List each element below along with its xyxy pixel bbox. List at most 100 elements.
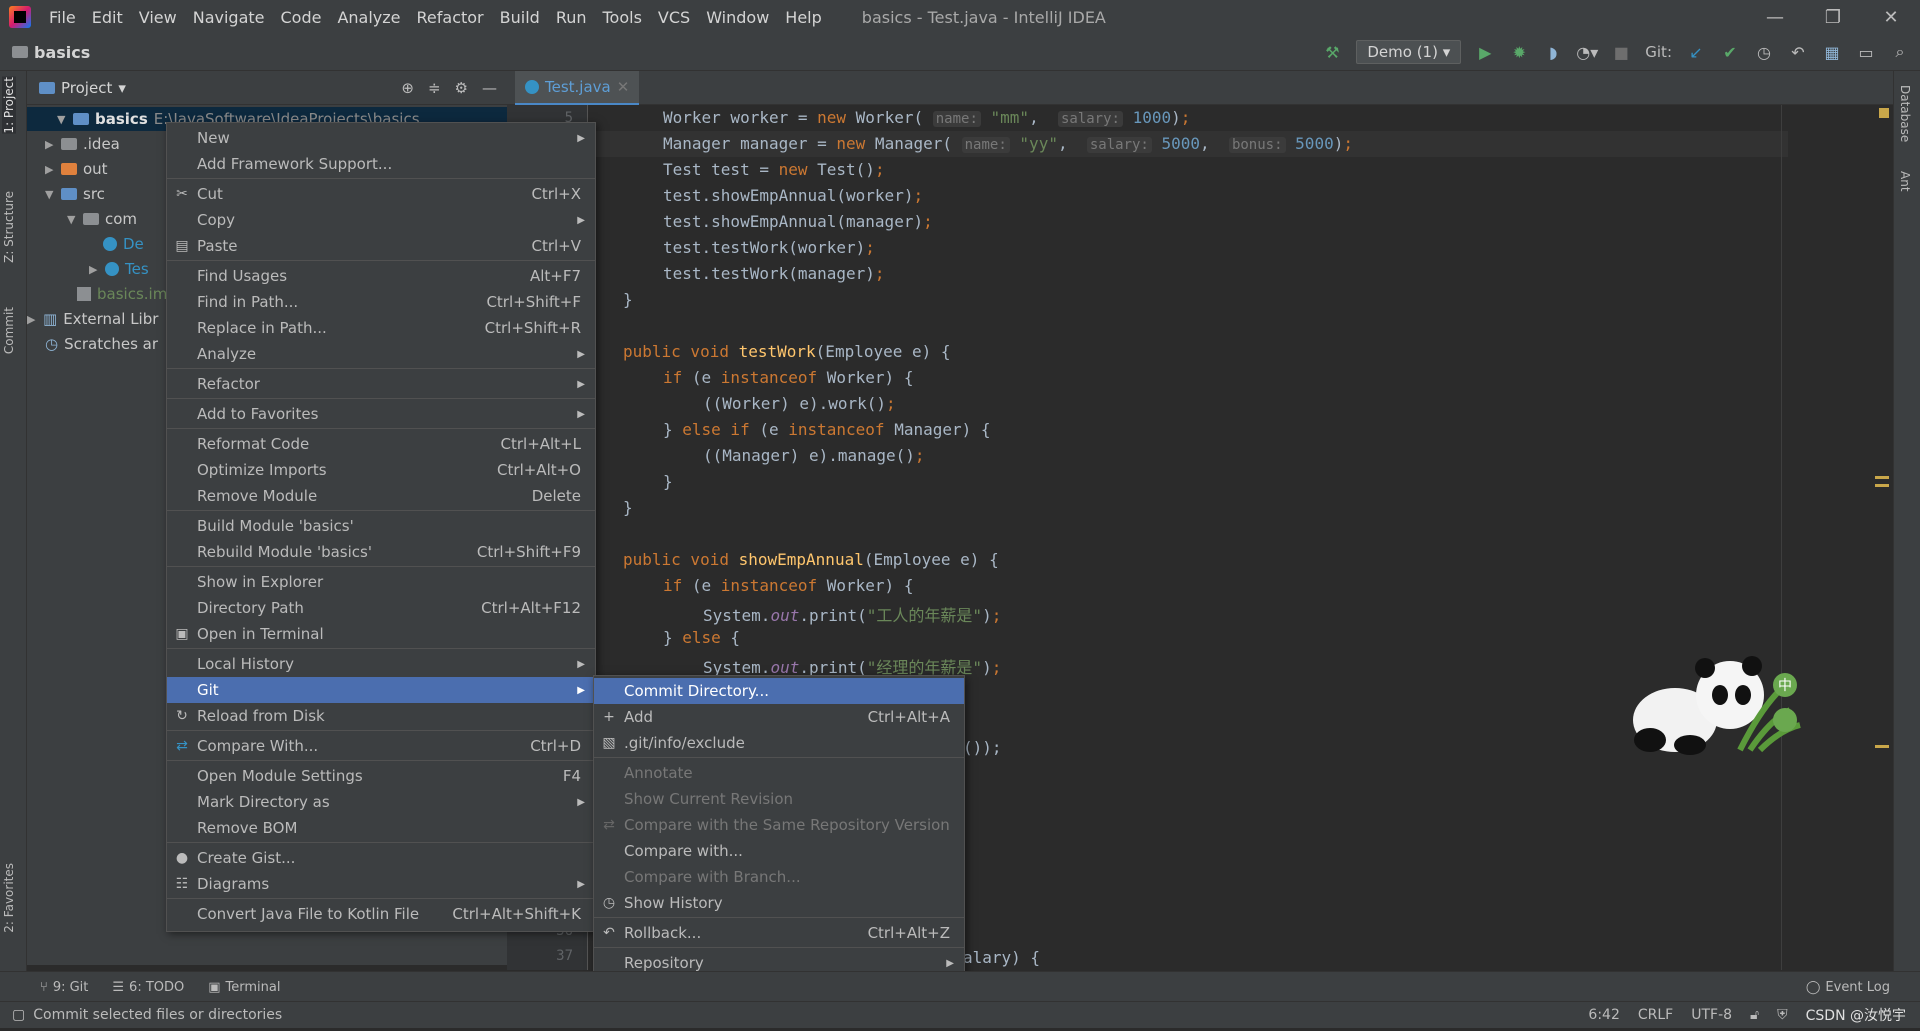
menu-item-rollback[interactable]: ↶ Rollback... Ctrl+Alt+Z <box>594 920 964 946</box>
status-window-icon[interactable]: ▢ <box>12 1007 25 1023</box>
menu-navigate[interactable]: Navigate <box>185 8 273 27</box>
menu-item-reload-from-disk[interactable]: ↻ Reload from Disk <box>167 703 595 729</box>
menu-item-compare-same-repo[interactable]: ⇄ Compare with the Same Repository Versio… <box>594 812 964 838</box>
menu-window[interactable]: Window <box>698 8 777 27</box>
tree-node-external-libraries[interactable]: ▶ ▥ External Libr <box>27 307 158 331</box>
menu-view[interactable]: View <box>131 8 185 27</box>
warning-marker[interactable] <box>1875 745 1889 748</box>
tool-button-event-log[interactable]: ◯ Event Log <box>1806 980 1890 995</box>
menu-item-commit-directory[interactable]: Commit Directory... <box>594 678 964 704</box>
caret-position[interactable]: 6:42 <box>1588 1007 1619 1023</box>
menu-item-directory-path[interactable]: Directory Path Ctrl+Alt+F12 <box>167 595 595 621</box>
warning-marker[interactable] <box>1875 484 1889 487</box>
menu-code[interactable]: Code <box>273 8 330 27</box>
menu-analyze[interactable]: Analyze <box>329 8 408 27</box>
tree-node-com[interactable]: ▼ com <box>67 207 137 231</box>
file-encoding[interactable]: UTF-8 <box>1691 1007 1732 1023</box>
locate-icon[interactable]: ⊕ <box>401 79 414 97</box>
menu-item-remove-module[interactable]: Remove Module Delete <box>167 483 595 509</box>
tab-test-java[interactable]: Test.java ✕ <box>515 71 640 106</box>
menu-tools[interactable]: Tools <box>595 8 650 27</box>
search-icon[interactable]: ⌕ <box>1890 42 1910 62</box>
git-rollback-icon[interactable]: ↶ <box>1788 42 1808 62</box>
menu-item-add-framework[interactable]: Add Framework Support... <box>167 151 595 177</box>
debug-icon[interactable]: ✹ <box>1509 42 1529 62</box>
menu-item-git-compare-with[interactable]: Compare with... <box>594 838 964 864</box>
menu-refactor[interactable]: Refactor <box>409 8 492 27</box>
menu-item-git[interactable]: Git ▶ <box>167 677 595 703</box>
collapsed-arrow-icon[interactable]: ▶ <box>45 163 55 176</box>
menu-item-show-current-revision[interactable]: Show Current Revision <box>594 786 964 812</box>
tree-node-src[interactable]: ▼ src <box>45 182 105 206</box>
menu-item-diagrams[interactable]: ☷ Diagrams ▶ <box>167 871 595 897</box>
tree-node-scratches[interactable]: ◷ Scratches ar <box>45 332 158 356</box>
menu-item-optimize-imports[interactable]: Optimize Imports Ctrl+Alt+O <box>167 457 595 483</box>
tool-tab-project[interactable]: 1: Project <box>2 77 16 134</box>
tool-tab-commit[interactable]: Commit <box>2 307 16 354</box>
breadcrumb[interactable]: basics <box>12 43 90 62</box>
tool-button-todo[interactable]: ☰ 6: TODO <box>112 980 184 995</box>
lock-icon[interactable]: 🔓︎ <box>1750 1007 1759 1023</box>
menu-item-cut[interactable]: ✂ Cut Ctrl+X <box>167 181 595 207</box>
collapse-all-icon[interactable]: ≑ <box>428 79 441 97</box>
tree-node-idea[interactable]: ▶ .idea <box>45 132 120 156</box>
git-history-icon[interactable]: ◷ <box>1754 42 1774 62</box>
tree-node-out[interactable]: ▶ out <box>45 157 108 181</box>
menu-item-new[interactable]: New ▶ <box>167 125 595 151</box>
menu-item-git-add[interactable]: + Add Ctrl+Alt+A <box>594 704 964 730</box>
hide-icon[interactable]: — <box>482 79 497 97</box>
menu-item-find-in-path[interactable]: Find in Path... Ctrl+Shift+F <box>167 289 595 315</box>
collapsed-arrow-icon[interactable]: ▶ <box>27 313 37 326</box>
menu-item-refactor[interactable]: Refactor ▶ <box>167 371 595 397</box>
project-structure-icon[interactable]: ▦ <box>1822 42 1842 62</box>
menu-item-show-history[interactable]: ◷ Show History <box>594 890 964 916</box>
menu-file[interactable]: File <box>41 8 84 27</box>
menu-item-compare-branch[interactable]: Compare with Branch... <box>594 864 964 890</box>
menu-item-paste[interactable]: ▤ Paste Ctrl+V <box>167 233 595 259</box>
menu-item-show-in-explorer[interactable]: Show in Explorer <box>167 569 595 595</box>
menu-item-find-usages[interactable]: Find Usages Alt+F7 <box>167 263 595 289</box>
warning-marker[interactable] <box>1875 476 1889 479</box>
menu-item-remove-bom[interactable]: Remove BOM <box>167 815 595 841</box>
project-view-selector[interactable]: Project ▾ <box>39 79 126 97</box>
menu-item-open-in-terminal[interactable]: ▣ Open in Terminal <box>167 621 595 647</box>
presentation-icon[interactable]: ▭ <box>1856 42 1876 62</box>
git-commit-icon[interactable]: ✔ <box>1720 42 1740 62</box>
menu-item-local-history[interactable]: Local History ▶ <box>167 651 595 677</box>
tool-tab-favorites[interactable]: 2: Favorites <box>2 863 16 933</box>
coverage-icon[interactable]: ◗ <box>1543 42 1563 62</box>
tree-node-iml[interactable]: basics.im <box>77 282 167 306</box>
build-hammer-icon[interactable]: ⚒ <box>1322 42 1342 62</box>
menu-edit[interactable]: Edit <box>84 8 131 27</box>
profile-icon[interactable]: ◔▾ <box>1576 42 1598 62</box>
menu-item-mark-directory[interactable]: Mark Directory as ▶ <box>167 789 595 815</box>
menu-item-compare-with[interactable]: ⇄ Compare With... Ctrl+D <box>167 733 595 759</box>
gear-icon[interactable]: ⚙ <box>455 79 468 97</box>
menu-item-create-gist[interactable]: ● Create Gist... <box>167 845 595 871</box>
menu-item-replace-in-path[interactable]: Replace in Path... Ctrl+Shift+R <box>167 315 595 341</box>
menu-item-git-exclude[interactable]: ▧ .git/info/exclude <box>594 730 964 756</box>
expanded-arrow-icon[interactable]: ▼ <box>57 113 67 126</box>
menu-run[interactable]: Run <box>548 8 595 27</box>
menu-vcs[interactable]: VCS <box>650 8 698 27</box>
expanded-arrow-icon[interactable]: ▼ <box>67 213 77 226</box>
line-separator[interactable]: CRLF <box>1638 1007 1673 1023</box>
menu-help[interactable]: Help <box>777 8 829 27</box>
run-config-selector[interactable]: Demo (1) ▾ <box>1356 40 1462 64</box>
menu-item-add-favorites[interactable]: Add to Favorites ▶ <box>167 401 595 427</box>
menu-item-build-module[interactable]: Build Module 'basics' <box>167 513 595 539</box>
git-update-icon[interactable]: ↙ <box>1686 42 1706 62</box>
tool-tab-database[interactable]: Database <box>1898 85 1912 142</box>
collapsed-arrow-icon[interactable]: ▶ <box>89 263 99 276</box>
menu-item-copy[interactable]: Copy ▶ <box>167 207 595 233</box>
close-button[interactable]: ✕ <box>1862 7 1920 28</box>
tree-node-class-demo[interactable]: De <box>103 232 144 256</box>
minimize-button[interactable]: — <box>1746 7 1804 28</box>
inspection-status-icon[interactable] <box>1879 108 1889 118</box>
menu-item-analyze[interactable]: Analyze ▶ <box>167 341 595 367</box>
menu-build[interactable]: Build <box>492 8 548 27</box>
menu-item-module-settings[interactable]: Open Module Settings F4 <box>167 763 595 789</box>
collapsed-arrow-icon[interactable]: ▶ <box>45 138 55 151</box>
stop-icon[interactable]: ■ <box>1611 42 1631 62</box>
tool-tab-ant[interactable]: Ant <box>1898 171 1912 192</box>
